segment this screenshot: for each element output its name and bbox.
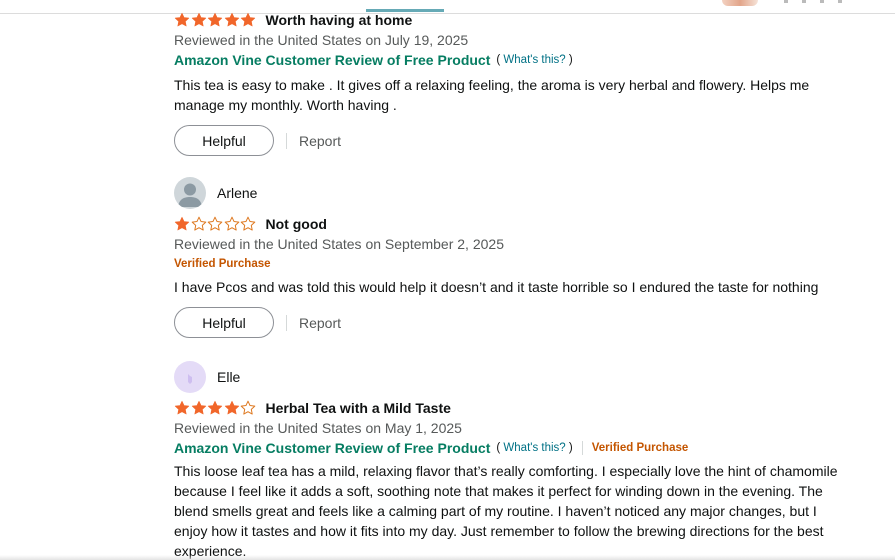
review-card: Elle Herbal Tea with a Mild Taste Review… [174,360,854,560]
star-empty-icon [191,216,206,231]
review-card: Worth having at home Reviewed in the Uni… [174,10,854,156]
bottom-fade [0,555,895,560]
review-card: Arlene Not good Reviewed in the United S… [174,176,854,338]
action-divider [286,314,287,331]
review-badges: Amazon Vine Customer Review of Free Prod… [174,50,854,70]
verified-purchase-badge: Verified Purchase [591,442,689,454]
star-filled-icon [224,400,239,415]
review-actions: Helpful Report [174,307,854,338]
star-filled-icon [191,12,206,27]
star-filled-icon [207,12,223,27]
review-title[interactable]: Herbal Tea with a Mild Taste [266,400,451,416]
badge-divider [581,441,583,455]
reviews-page: Worth having at home Reviewed in the Uni… [0,0,895,560]
review-body: This tea is easy to make . It gives off … [174,77,810,113]
star-empty-icon [240,400,256,415]
whats-this-link[interactable]: What's this? [503,442,565,454]
vine-review-badge: Amazon Vine Customer Review of Free Prod… [174,52,491,68]
person-silhouette-icon [178,183,202,207]
review-actions: Helpful Report [174,125,854,156]
star-filled-icon [191,400,206,415]
review-badges: Amazon Vine Customer Review of Free Prod… [174,438,854,458]
default-profile-icon [174,361,206,393]
review-badges: Verified Purchase [174,254,854,274]
helpful-button[interactable]: Helpful [174,125,274,156]
star-filled-icon [174,216,190,231]
review-title[interactable]: Worth having at home [266,12,413,28]
star-filled-icon [240,12,256,27]
whats-this-wrapper: ( What's this? ) [496,442,572,454]
review-title[interactable]: Not good [266,216,327,232]
reviewer-name[interactable]: Elle [217,369,240,385]
star-rating[interactable] [174,216,257,232]
star-rating[interactable] [174,12,257,28]
review-title-row: Worth having at home [174,10,854,30]
default-profile-icon [174,177,206,209]
reviewer-name[interactable]: Arlene [217,185,257,201]
paren-close: ) [568,442,573,454]
whats-this-wrapper: ( What's this? ) [496,54,572,66]
product-thumbnail[interactable] [722,0,758,6]
reviewer-profile[interactable]: Elle [174,360,854,394]
star-empty-icon [240,216,256,231]
star-empty-icon [224,216,239,231]
review-date: Reviewed in the United States on Septemb… [174,236,504,252]
star-rating[interactable] [174,400,257,416]
review-title-row: Not good [174,214,854,234]
review-date: Reviewed in the United States on July 19… [174,32,469,48]
star-filled-icon [174,400,190,415]
star-filled-icon [224,12,239,27]
report-link[interactable]: Report [299,133,341,149]
vine-review-badge: Amazon Vine Customer Review of Free Prod… [174,440,491,456]
verified-purchase-badge: Verified Purchase [174,258,271,270]
person-silhouette-icon [188,374,192,384]
review-body: I have Pcos and was told this would help… [174,279,819,295]
star-filled-icon [207,400,223,415]
review-date: Reviewed in the United States on May 1, … [174,420,462,436]
helpful-button[interactable]: Helpful [174,307,274,338]
star-filled-icon [174,12,190,27]
review-title-row: Herbal Tea with a Mild Taste [174,398,854,418]
header-links [784,0,844,3]
reviewer-profile[interactable]: Arlene [174,176,854,210]
star-empty-icon [207,216,223,231]
review-body: This loose leaf tea has a mild, relaxing… [174,463,838,559]
report-link[interactable]: Report [299,315,341,331]
whats-this-link[interactable]: What's this? [503,54,565,66]
action-divider [286,132,287,149]
paren-close: ) [568,54,573,66]
